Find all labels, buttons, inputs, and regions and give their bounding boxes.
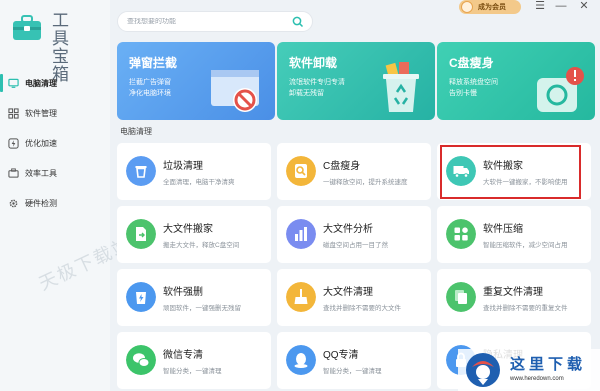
broom-icon — [286, 282, 316, 312]
card-title: 大文件搬家 — [163, 224, 213, 235]
card-c-slim[interactable]: C盘瘦身 一键释放空间，提升系统速度 — [277, 143, 431, 200]
close-icon[interactable]: ✕ — [578, 0, 590, 12]
sidebar-item-hardware[interactable]: 硬件检测 — [0, 188, 110, 218]
wechat-icon — [126, 345, 156, 375]
gear-icon — [9, 199, 18, 207]
trash-icon — [126, 156, 156, 186]
card-bigfile-clean[interactable]: 大文件清理 查找并删除不需要的大文件 — [277, 269, 431, 326]
sidebar-item-label: 电脑清理 — [25, 78, 57, 88]
card-junk-clean[interactable]: 垃圾清理 全面清理，电脑干净清爽 — [117, 143, 271, 200]
card-title: QQ专清 — [323, 350, 359, 361]
card-title: 软件搬家 — [483, 161, 523, 172]
banner-popup-block[interactable]: 弹窗拦截 拦截广告弹窗 净化电脑环境 — [117, 42, 275, 120]
minimize-icon[interactable]: — — [555, 0, 567, 12]
card-software-compress[interactable]: 软件压缩 智能压缩软件，减少空间占用 — [437, 206, 591, 263]
magnifier-disk-icon — [286, 156, 316, 186]
member-button[interactable]: 成为会员 — [459, 0, 521, 14]
sidebar-item-software-manage[interactable]: 软件管理 — [0, 98, 110, 128]
toolbox-icon — [8, 167, 19, 178]
sidebar-item-efficiency[interactable]: 效率工具 — [0, 158, 110, 188]
card-desc: 查找并删除不需要的大文件 — [323, 305, 401, 312]
duplicate-file-icon — [446, 282, 476, 312]
corner-watermark-text: 这里下载 — [510, 355, 587, 373]
menu-icon[interactable]: ☰ — [534, 0, 546, 12]
card-desc: 智能分类，一键清理 — [323, 368, 382, 375]
card-title: 大文件分析 — [323, 224, 373, 235]
card-desc: 大软件一键搬家，不影响使用 — [483, 179, 568, 186]
sidebar: 工具宝箱 电脑清理 软件管理 优化加速 效率工具 硬件检测 天极下载站 — [0, 0, 135, 391]
card-desc: 查找并删除不需要的重复文件 — [483, 305, 568, 312]
popup-block-icon — [211, 70, 259, 112]
card-desc: 磁盘空间占用一目了然 — [323, 242, 388, 249]
card-title: C盘瘦身 — [323, 161, 361, 172]
sidebar-item-label: 软件管理 — [25, 108, 57, 118]
card-title: 软件强删 — [163, 287, 203, 298]
banner-c-slim[interactable]: C盘瘦身 释放系统盘空间 告别卡慢 — [437, 42, 595, 120]
card-title: 重复文件清理 — [483, 287, 543, 298]
force-delete-icon — [126, 282, 156, 312]
card-desc: 全面清理，电脑干净清爽 — [163, 179, 235, 186]
card-duplicate-clean[interactable]: 重复文件清理 查找并删除不需要的重复文件 — [437, 269, 591, 326]
card-title: 软件压缩 — [483, 224, 523, 235]
banner-uninstall[interactable]: 软件卸载 流氓软件专归专清 卸载无残留 — [277, 42, 435, 120]
card-desc: 顽固软件，一键强删无残留 — [163, 305, 241, 312]
corner-watermark-url: www.heredown.com — [510, 376, 564, 382]
speed-icon — [8, 137, 19, 149]
card-title: 微信专清 — [163, 350, 203, 361]
qq-icon — [286, 345, 316, 375]
card-software-move[interactable]: 软件搬家 大软件一键搬家，不影响使用 — [437, 143, 591, 200]
apps-icon — [8, 107, 19, 119]
apps-compress-icon — [446, 219, 476, 249]
toolbox-logo-icon — [13, 15, 41, 40]
app-logo: 工具宝箱 — [12, 12, 107, 84]
monitor-icon — [8, 78, 19, 88]
sidebar-item-label: 优化加速 — [25, 138, 57, 148]
file-move-icon — [126, 219, 156, 249]
card-bigfile-analysis[interactable]: 大文件分析 磁盘空间占用一目了然 — [277, 206, 431, 263]
sidebar-item-label: 效率工具 — [25, 168, 57, 178]
section-title: 电脑清理 — [120, 127, 152, 136]
truck-icon — [446, 156, 476, 186]
disk-alert-icon — [537, 67, 584, 112]
card-desc: 一键释放空间，提升系统速度 — [323, 179, 408, 186]
card-bigfile-move[interactable]: 大文件搬家 搬走大文件，释放C盘空间 — [117, 206, 271, 263]
avatar — [461, 1, 473, 13]
card-desc: 智能压缩软件，减少空间占用 — [483, 242, 568, 249]
card-desc: 搬走大文件，释放C盘空间 — [163, 242, 240, 249]
sidebar-item-label: 硬件检测 — [25, 198, 57, 208]
card-title: 垃圾清理 — [163, 161, 203, 172]
card-title: 大文件清理 — [323, 287, 373, 298]
card-desc: 智能分类，一键清理 — [163, 368, 222, 375]
card-force-delete[interactable]: 软件强删 顽固软件，一键强删无残留 — [117, 269, 271, 326]
member-label: 成为会员 — [478, 4, 506, 11]
sidebar-item-pc-clean[interactable]: 电脑清理 — [0, 68, 110, 98]
bar-chart-icon — [286, 219, 316, 249]
card-qq-clean[interactable]: QQ专清 智能分类，一键清理 — [277, 332, 431, 389]
search-box[interactable] — [117, 11, 313, 32]
search-icon[interactable] — [292, 16, 304, 28]
sidebar-item-optimize[interactable]: 优化加速 — [0, 128, 110, 158]
sidebar-nav: 电脑清理 软件管理 优化加速 效率工具 硬件检测 — [0, 68, 110, 218]
card-wechat-clean[interactable]: 微信专清 智能分类，一键清理 — [117, 332, 271, 389]
search-input[interactable] — [127, 18, 287, 25]
recycle-bin-icon — [383, 62, 419, 112]
